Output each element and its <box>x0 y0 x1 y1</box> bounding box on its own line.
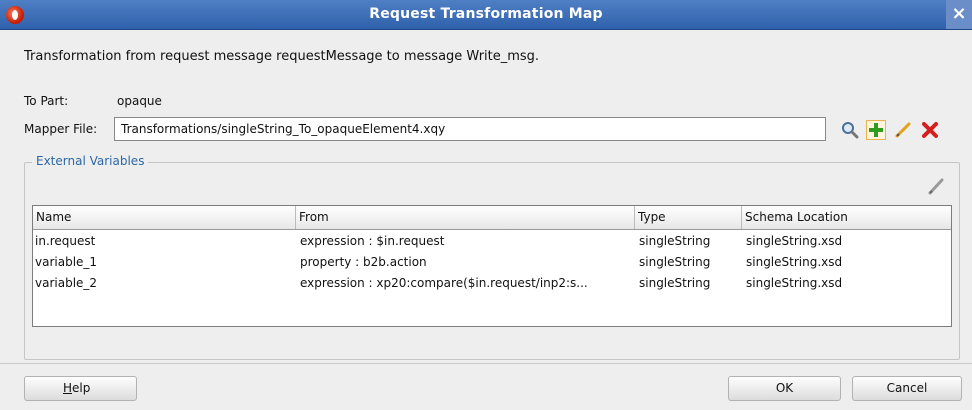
mapper-file-label: Mapper File: <box>24 122 98 136</box>
edit-variable-icon[interactable] <box>926 176 946 196</box>
cell-type: singleString <box>639 276 711 290</box>
help-button[interactable]: Help <box>24 376 137 401</box>
description-text: Transformation from request message requ… <box>24 49 540 64</box>
close-icon[interactable]: × <box>946 0 972 29</box>
cell-type: singleString <box>639 234 711 248</box>
cell-name: variable_2 <box>35 276 98 290</box>
table-row[interactable]: variable_2 expression : xp20:compare($in… <box>33 273 951 294</box>
help-label: elp <box>72 381 91 395</box>
cancel-button[interactable]: Cancel <box>852 376 962 401</box>
footer-divider <box>0 363 972 364</box>
title-bar: Request Transformation Map × <box>0 0 972 30</box>
cell-schema-location: singleString.xsd <box>746 255 843 269</box>
mapper-file-field[interactable]: Transformations/singleString_To_opaqueEl… <box>114 117 826 141</box>
add-icon[interactable] <box>866 120 886 140</box>
table-row[interactable]: variable_1 property : b2b.action singleS… <box>33 252 951 273</box>
column-header-type[interactable]: Type <box>635 206 742 229</box>
to-part-value: opaque <box>117 94 162 108</box>
cell-schema-location: singleString.xsd <box>746 276 843 290</box>
ok-button[interactable]: OK <box>728 376 841 401</box>
cell-schema-location: singleString.xsd <box>746 234 843 248</box>
cell-name: in.request <box>35 234 96 248</box>
table-header: Name From Type Schema Location <box>33 206 951 230</box>
external-variables-legend: External Variables <box>32 154 149 168</box>
external-variables-table[interactable]: Name From Type Schema Location in.reques… <box>32 205 952 327</box>
cell-from: expression : xp20:compare($in.request/in… <box>300 276 588 290</box>
column-header-name[interactable]: Name <box>33 206 296 229</box>
table-row[interactable]: in.request expression : $in.request sing… <box>33 231 951 252</box>
dialog-window: Request Transformation Map × Transformat… <box>0 0 972 410</box>
column-header-schema-location[interactable]: Schema Location <box>742 206 951 229</box>
edit-icon[interactable] <box>893 120 913 140</box>
cell-from: expression : $in.request <box>300 234 445 248</box>
delete-icon[interactable] <box>920 120 940 140</box>
cell-type: singleString <box>639 255 711 269</box>
search-icon[interactable] <box>840 120 860 140</box>
to-part-label: To Part: <box>24 94 69 108</box>
cell-name: variable_1 <box>35 255 98 269</box>
cell-from: property : b2b.action <box>300 255 427 269</box>
column-header-from[interactable]: From <box>296 206 635 229</box>
help-mnemonic: H <box>63 381 73 395</box>
window-title: Request Transformation Map <box>369 6 603 22</box>
